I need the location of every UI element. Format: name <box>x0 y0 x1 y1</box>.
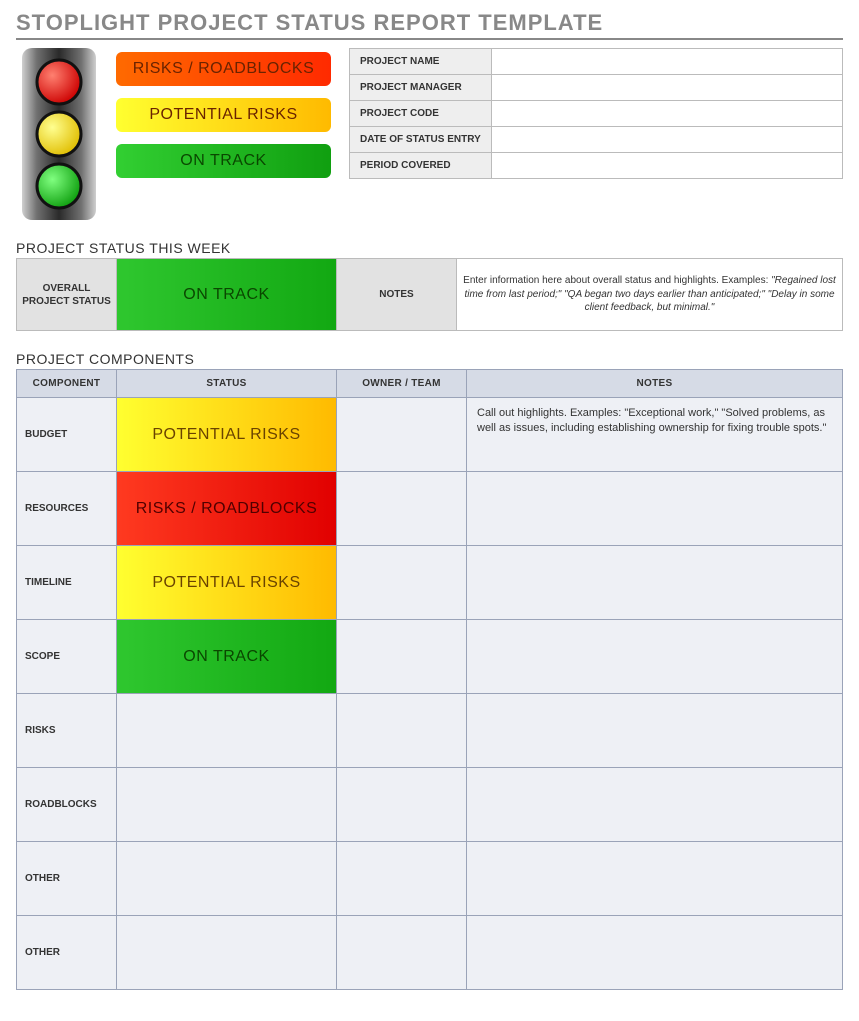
component-owner-cell[interactable] <box>337 472 467 546</box>
col-header-status: STATUS <box>117 370 337 398</box>
meta-label-project-code: PROJECT CODE <box>350 101 492 127</box>
table-row: OTHER <box>17 842 843 916</box>
component-label: SCOPE <box>17 620 117 694</box>
component-note-cell[interactable] <box>467 472 843 546</box>
table-row: RISKS <box>17 694 843 768</box>
component-status-cell[interactable]: POTENTIAL RISKS <box>117 546 337 620</box>
stoplight-legend-block: RISKS / ROADBLOCKS POTENTIAL RISKS ON TR… <box>16 48 331 220</box>
component-label: RISKS <box>17 694 117 768</box>
component-owner-cell[interactable] <box>337 546 467 620</box>
col-header-component: COMPONENT <box>17 370 117 398</box>
component-note-cell[interactable] <box>467 694 843 768</box>
component-note-cell[interactable]: Call out highlights. Examples: "Exceptio… <box>467 398 843 472</box>
component-label: OTHER <box>17 916 117 990</box>
component-owner-cell[interactable] <box>337 694 467 768</box>
page-title: STOPLIGHT PROJECT STATUS REPORT TEMPLATE <box>16 10 843 40</box>
overall-notes-caption: NOTES <box>337 259 457 331</box>
component-label: OTHER <box>17 842 117 916</box>
meta-value-project-name[interactable] <box>491 49 842 75</box>
legend-risks-roadblocks: RISKS / ROADBLOCKS <box>116 52 331 86</box>
component-status-cell[interactable]: POTENTIAL RISKS <box>117 398 337 472</box>
component-status-chip: RISKS / ROADBLOCKS <box>117 472 336 545</box>
legend-on-track: ON TRACK <box>116 144 331 178</box>
meta-label-date-of-status-entry: DATE OF STATUS ENTRY <box>350 127 492 153</box>
component-owner-cell[interactable] <box>337 620 467 694</box>
component-label: TIMELINE <box>17 546 117 620</box>
component-owner-cell[interactable] <box>337 768 467 842</box>
col-header-notes: NOTES <box>467 370 843 398</box>
overall-status-cell[interactable]: ON TRACK <box>117 259 337 331</box>
table-row: ROADBLOCKS <box>17 768 843 842</box>
table-row: OTHER <box>17 916 843 990</box>
component-note-cell[interactable] <box>467 620 843 694</box>
overall-notes-lead: Enter information here about overall sta… <box>463 275 771 286</box>
table-row: SCOPEON TRACK <box>17 620 843 694</box>
col-header-owner: OWNER / TEAM <box>337 370 467 398</box>
section-heading-components: PROJECT COMPONENTS <box>16 351 843 367</box>
components-table: COMPONENT STATUS OWNER / TEAM NOTES BUDG… <box>16 369 843 990</box>
component-note-cell[interactable] <box>467 916 843 990</box>
component-status-cell[interactable] <box>117 916 337 990</box>
overall-status-chip: ON TRACK <box>117 259 336 330</box>
component-status-chip: ON TRACK <box>117 620 336 693</box>
meta-value-project-manager[interactable] <box>491 75 842 101</box>
meta-label-project-name: PROJECT NAME <box>350 49 492 75</box>
component-label: ROADBLOCKS <box>17 768 117 842</box>
meta-value-date-of-status-entry[interactable] <box>491 127 842 153</box>
component-status-cell[interactable] <box>117 694 337 768</box>
component-status-cell[interactable] <box>117 842 337 916</box>
meta-value-period-covered[interactable] <box>491 153 842 179</box>
meta-label-period-covered: PERIOD COVERED <box>350 153 492 179</box>
component-status-cell[interactable]: RISKS / ROADBLOCKS <box>117 472 337 546</box>
meta-value-project-code[interactable] <box>491 101 842 127</box>
section-heading-week: PROJECT STATUS THIS WEEK <box>16 240 843 256</box>
component-status-chip: POTENTIAL RISKS <box>117 398 336 471</box>
table-row: RESOURCESRISKS / ROADBLOCKS <box>17 472 843 546</box>
table-row: BUDGETPOTENTIAL RISKS Call out highlights… <box>17 398 843 472</box>
legend-potential-risks: POTENTIAL RISKS <box>116 98 331 132</box>
component-note-cell[interactable] <box>467 768 843 842</box>
weekly-status-table: OVERALL PROJECT STATUS ON TRACK NOTES En… <box>16 258 843 331</box>
component-status-cell[interactable] <box>117 768 337 842</box>
component-owner-cell[interactable] <box>337 916 467 990</box>
component-owner-cell[interactable] <box>337 842 467 916</box>
component-label: BUDGET <box>17 398 117 472</box>
overall-notes-body[interactable]: Enter information here about overall sta… <box>457 259 843 331</box>
component-owner-cell[interactable] <box>337 398 467 472</box>
project-meta-table: PROJECT NAME PROJECT MANAGER PROJECT COD… <box>349 48 843 179</box>
component-note-cell[interactable] <box>467 842 843 916</box>
component-note-cell[interactable] <box>467 546 843 620</box>
component-status-chip: POTENTIAL RISKS <box>117 546 336 619</box>
component-label: RESOURCES <box>17 472 117 546</box>
table-row: TIMELINEPOTENTIAL RISKS <box>17 546 843 620</box>
meta-label-project-manager: PROJECT MANAGER <box>350 75 492 101</box>
overall-status-caption: OVERALL PROJECT STATUS <box>17 259 117 331</box>
stoplight-icon <box>16 48 102 220</box>
component-status-cell[interactable]: ON TRACK <box>117 620 337 694</box>
